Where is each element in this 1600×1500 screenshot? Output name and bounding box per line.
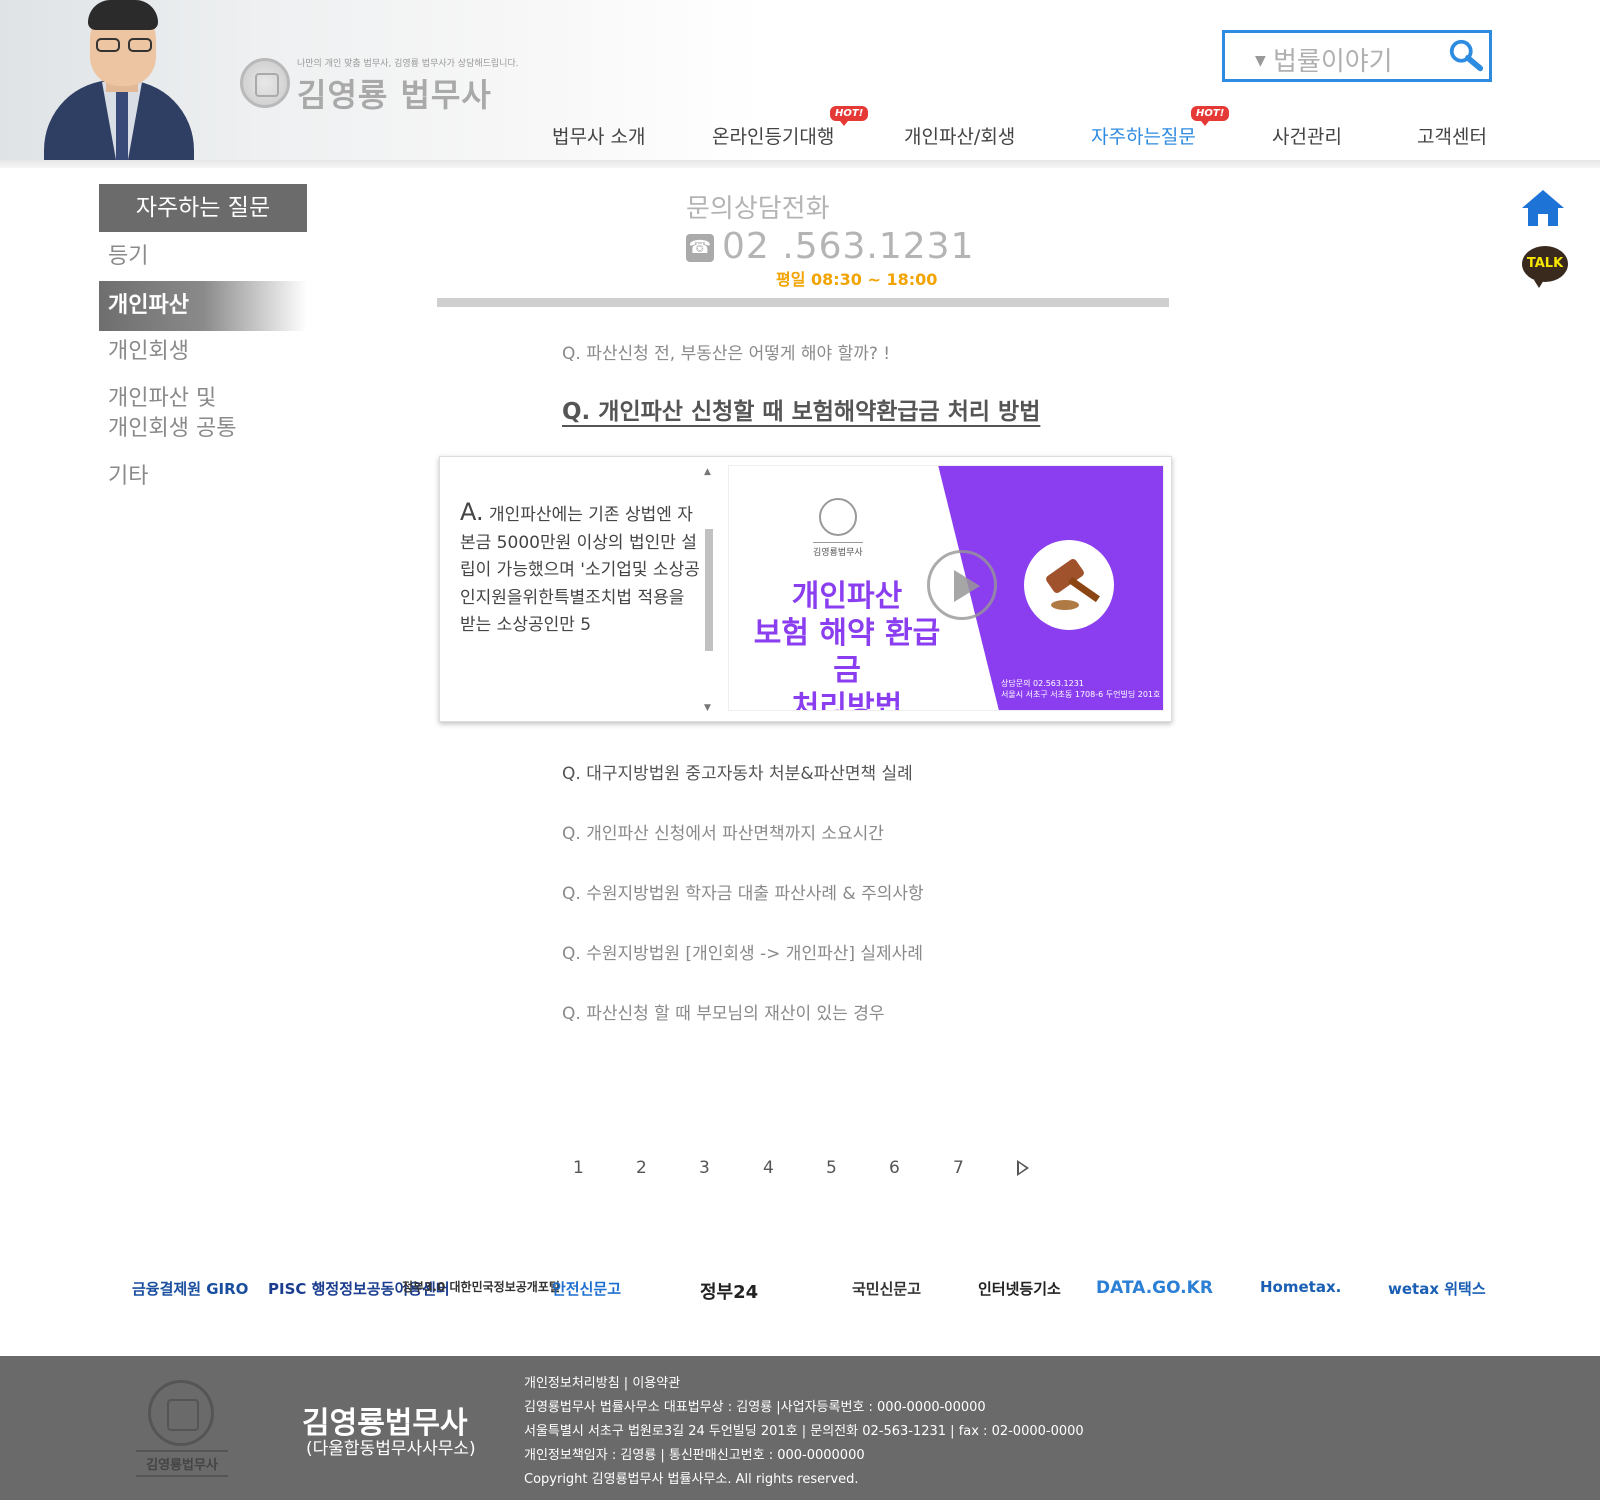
page-link[interactable]: 6 — [889, 1158, 900, 1178]
answer-text: A. 개인파산에는 기존 상법엔 자본금 5000만원 이상의 법인만 설립이 … — [460, 498, 700, 640]
page-link[interactable]: 3 — [699, 1158, 710, 1178]
scroll-thumb[interactable] — [705, 529, 713, 651]
logo-tagline: 나만의 개인 맞춤 법무사, 김영룡 법무사가 상담해드립니다. — [297, 59, 519, 69]
footer-address: 서울특별시 서초구 법원로3길 24 두언빌딩 201호 | 문의전화 02-5… — [524, 1424, 1084, 1439]
phone-icon: ☎ — [686, 234, 714, 262]
site-footer: 김영룡법무사 김영룡법무사 (다울합동법무사사무소) 개인정보처리방침 | 이용… — [0, 1356, 1600, 1500]
lawyer-portrait — [44, 0, 194, 160]
footer-policy-links[interactable]: 개인정보처리방침 | 이용약관 — [524, 1372, 680, 1391]
faq-item-selected[interactable]: Q. 개인파산 신청할 때 보험해약환급금 처리 방법 — [562, 392, 1040, 426]
hot-badge: HOT! — [830, 106, 869, 126]
faq-item[interactable]: Q. 대구지방법원 중고자동차 처분&파산면책 실례 — [562, 759, 913, 784]
page-link[interactable]: 4 — [763, 1158, 774, 1178]
seal-icon — [819, 498, 857, 536]
answer-card: A. 개인파산에는 기존 상법엔 자본금 5000만원 이상의 법인만 설립이 … — [439, 456, 1172, 722]
page-link[interactable]: 7 — [953, 1158, 964, 1178]
next-page-icon[interactable] — [1017, 1160, 1029, 1176]
search-input[interactable]: 법률이야기 — [1273, 41, 1393, 78]
video-contact: 상담문의 02.563.1231 서울시 서초구 서초동 1708-6 두언빌딩… — [1001, 679, 1161, 699]
footer-brand-small: 김영룡법무사 — [136, 1450, 228, 1477]
faq-item[interactable]: Q. 개인파산 신청에서 파산면책까지 소요시간 — [562, 819, 884, 844]
logo-seal-icon[interactable] — [240, 58, 290, 108]
kakaotalk-icon[interactable]: TALK — [1522, 246, 1568, 288]
sidebar-item-etc[interactable]: 기타 — [108, 462, 148, 492]
nav-item-online-registration[interactable]: 온라인등기대행 HOT! — [712, 106, 869, 149]
footer-seal-icon — [148, 1380, 214, 1446]
sidebar-item-common-line1[interactable]: 개인파산 및 — [108, 384, 216, 414]
nav-item-bankruptcy[interactable]: 개인파산/회생 — [904, 122, 1015, 149]
answer-mark: A. — [460, 498, 484, 526]
sidebar-title: 자주하는 질문 — [99, 184, 307, 232]
faq-item[interactable]: Q. 수원지방법원 학자금 대출 파산사례 & 주의사항 — [562, 879, 924, 904]
home-icon[interactable] — [1522, 190, 1564, 226]
video-brand: 김영룡법무사 — [813, 542, 863, 558]
partner-data-go-logo[interactable]: DATA.GO.KR — [1096, 1278, 1213, 1298]
video-thumbnail[interactable]: 김영룡법무사 개인파산 보험 해약 환급금 처리방법 상담문의 02.563.1… — [728, 465, 1164, 711]
partner-epeople-logo[interactable]: 국민신문고 — [852, 1278, 921, 1299]
header-divider — [0, 160, 1600, 168]
sidebar-item-common-line2[interactable]: 개인회생 공통 — [108, 414, 236, 444]
nav-item-faq[interactable]: 자주하는질문 HOT! — [1091, 106, 1230, 149]
faq-item[interactable]: Q. 파산신청 전, 부동산은 어떻게 해야 할까? ! — [562, 339, 890, 364]
play-icon[interactable] — [927, 550, 997, 620]
answer-scrollbar[interactable]: ▲ ▼ — [703, 467, 715, 713]
page-link[interactable]: 1 — [573, 1158, 584, 1178]
footer-responsible: 개인정보책임자 : 김영룡 | 통신판매신고번호 : 000-0000000 — [524, 1448, 865, 1463]
site-header: 나만의 개인 맞춤 법무사, 김영룡 법무사가 상담해드립니다. 김영룡 법무사… — [0, 0, 1600, 160]
partner-iros-logo[interactable]: 인터넷등기소 — [978, 1278, 1061, 1299]
search-box[interactable]: ▼ 법률이야기 — [1222, 30, 1492, 82]
partner-hometax-logo[interactable]: Hometax. — [1260, 1278, 1341, 1296]
sidebar-item-rehabilitation[interactable]: 개인회생 — [108, 337, 189, 367]
partner-wetax-logo[interactable]: wetax 위택스 — [1388, 1278, 1486, 1299]
partner-open-gov-logo[interactable]: 정부3.0 대한민국정보공개포털 — [402, 1278, 560, 1295]
faq-item[interactable]: Q. 수원지방법원 [개인회생 -> 개인파산] 실제사례 — [562, 939, 923, 964]
dropdown-arrow-icon[interactable]: ▼ — [1255, 53, 1266, 69]
faq-item[interactable]: Q. 파산신청 할 때 부모님의 재산이 있는 경우 — [562, 999, 885, 1024]
scroll-down-icon[interactable]: ▼ — [704, 703, 711, 713]
content-divider — [437, 298, 1169, 307]
business-hours: 평일 08:30 ~ 18:00 — [776, 270, 938, 289]
nav-item-about[interactable]: 법무사 소개 — [552, 122, 645, 149]
page-link[interactable]: 2 — [636, 1158, 647, 1178]
nav-item-case-management[interactable]: 사건관리 — [1272, 122, 1342, 149]
contact-title: 문의상담전화 — [686, 194, 830, 224]
sidebar-item-registration[interactable]: 등기 — [108, 242, 148, 272]
page-link[interactable]: 5 — [826, 1158, 837, 1178]
phone-number[interactable]: 02 .563.1231 — [722, 226, 974, 267]
footer-business-info: 김영룡법무사 법률사무소 대표법무상 : 김영룡 |사업자등록번호 : 000-… — [524, 1400, 986, 1415]
footer-subname: (다울합동법무사사무소) — [306, 1439, 476, 1459]
footer-copyright: Copyright 김영룡법무사 법률사무소. All rights reser… — [524, 1472, 859, 1487]
partner-giro-logo[interactable]: 금융결제원 GIRO — [132, 1278, 248, 1299]
sidebar-item-bankruptcy[interactable]: 개인파산 — [99, 281, 307, 331]
nav-item-customer-center[interactable]: 고객센터 — [1417, 122, 1487, 149]
video-title: 개인파산 보험 해약 환급금 처리방법 — [753, 579, 941, 711]
hot-badge: HOT! — [1191, 106, 1230, 126]
search-icon[interactable] — [1447, 37, 1485, 75]
scroll-up-icon[interactable]: ▲ — [704, 467, 711, 477]
answer-body: 개인파산에는 기존 상법엔 자본금 5000만원 이상의 법인만 설립이 가능했… — [460, 505, 700, 635]
partner-gov24-logo[interactable]: 정부24 — [700, 1278, 758, 1304]
partner-safety-report-logo[interactable]: 안전신문고 — [552, 1278, 621, 1299]
logo-name[interactable]: 김영룡 법무사 — [297, 70, 492, 116]
